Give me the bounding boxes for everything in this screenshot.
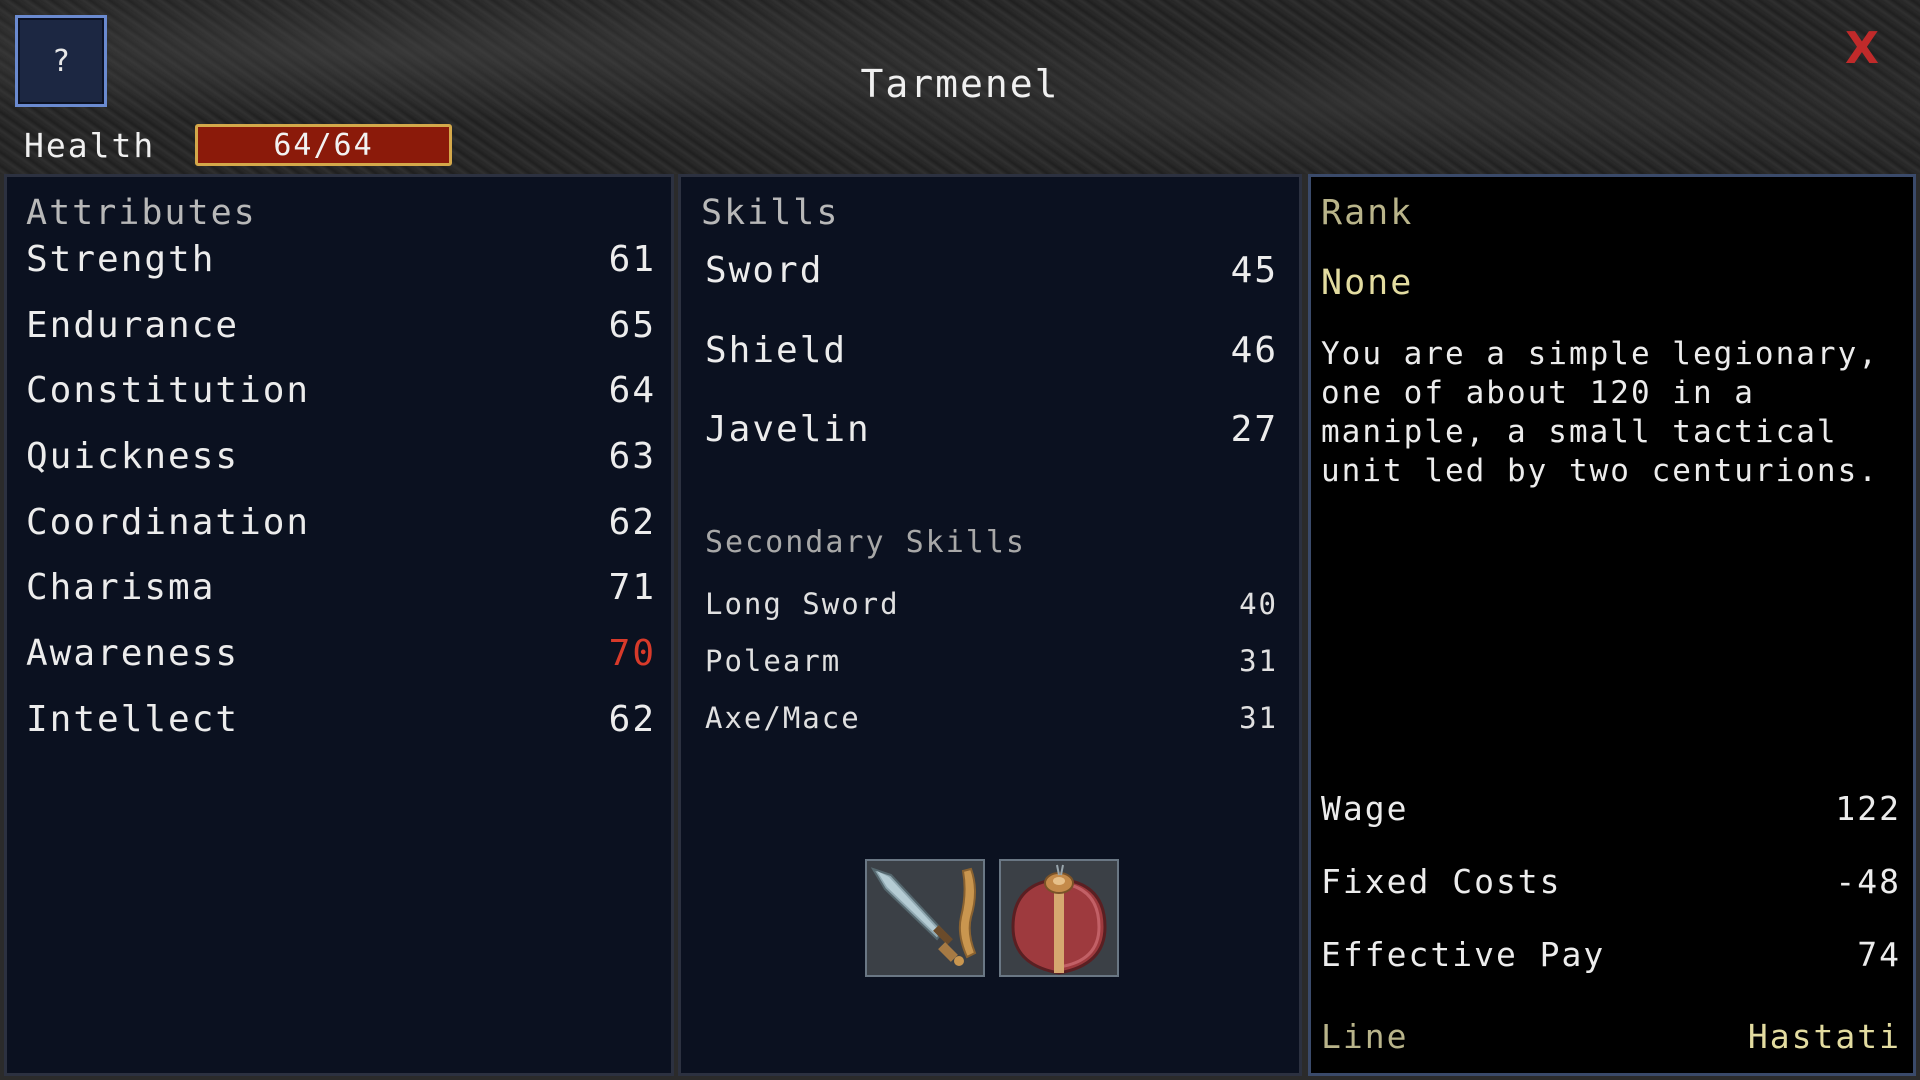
fixed-costs-label: Fixed Costs	[1321, 862, 1562, 901]
attribute-row-endurance: Endurance 65	[26, 305, 656, 346]
attribute-label: Coordination	[26, 502, 311, 543]
attribute-row-quickness: Quickness 63	[26, 436, 656, 477]
wage-row: Wage 122	[1321, 789, 1901, 828]
attribute-row-strength: Strength 61	[26, 239, 656, 280]
secondary-skill-row-polearm: Polearm 31	[705, 644, 1278, 678]
skill-label: Javelin	[705, 409, 871, 450]
attribute-label: Intellect	[26, 699, 240, 740]
equipment-slot-weapon[interactable]	[865, 859, 985, 977]
health-value: 64/64	[273, 127, 374, 163]
health-bar: 64/64	[195, 124, 452, 166]
skill-value: 45	[1230, 250, 1278, 291]
attribute-value: 62	[608, 502, 656, 543]
header: ? Tarmenel X Health 64/64	[0, 0, 1920, 174]
attribute-label: Constitution	[26, 370, 311, 411]
line-row: Line Hastati	[1321, 1017, 1901, 1056]
attribute-row-awareness: Awareness 70	[26, 633, 656, 674]
rank-panel: Rank None You are a simple legionary, on…	[1308, 174, 1916, 1076]
rank-value: None	[1321, 263, 1414, 303]
attribute-value: 62	[608, 699, 656, 740]
effective-pay-row: Effective Pay 74	[1321, 935, 1901, 974]
attribute-label: Charisma	[26, 567, 216, 608]
wage-value: 122	[1835, 789, 1901, 828]
question-mark-icon: ?	[51, 43, 71, 79]
attributes-title: Attributes	[26, 193, 257, 233]
secondary-skill-label: Axe/Mace	[705, 701, 861, 735]
skill-value: 27	[1230, 409, 1278, 450]
skill-value: 46	[1230, 330, 1278, 371]
skills-panel: Skills Sword 45 Shield 46 Javelin 27 Sec…	[678, 174, 1302, 1076]
secondary-skills-title: Secondary Skills	[705, 525, 1026, 560]
attribute-label: Awareness	[26, 633, 240, 674]
skill-row-sword: Sword 45	[705, 250, 1278, 291]
attribute-value-highlighted: 70	[608, 633, 656, 674]
close-button[interactable]: X	[1842, 23, 1882, 74]
scutum-shield-icon	[1001, 861, 1117, 975]
rank-description: You are a simple legionary, one of about…	[1321, 336, 1879, 489]
secondary-skill-value: 31	[1239, 701, 1278, 735]
attribute-label: Quickness	[26, 436, 240, 477]
attribute-value: 64	[608, 370, 656, 411]
attribute-value: 65	[608, 305, 656, 346]
attribute-row-intellect: Intellect 62	[26, 699, 656, 740]
attribute-value: 63	[608, 436, 656, 477]
fixed-costs-row: Fixed Costs -48	[1321, 862, 1901, 901]
line-label: Line	[1321, 1017, 1409, 1056]
secondary-skill-row-axe-mace: Axe/Mace 31	[705, 701, 1278, 735]
character-name: Tarmenel	[860, 62, 1060, 106]
attribute-value: 61	[608, 239, 656, 280]
skill-label: Shield	[705, 330, 848, 371]
equipment-slot-shield[interactable]	[999, 859, 1119, 977]
attribute-row-coordination: Coordination 62	[26, 502, 656, 543]
secondary-skill-value: 40	[1239, 587, 1278, 621]
secondary-skill-row-long-sword: Long Sword 40	[705, 587, 1278, 621]
rank-title: Rank	[1321, 193, 1414, 233]
attributes-panel: Attributes Strength 61 Endurance 65 Cons…	[4, 174, 674, 1076]
secondary-skill-label: Polearm	[705, 644, 842, 678]
attribute-label: Strength	[26, 239, 216, 280]
secondary-skill-label: Long Sword	[705, 587, 900, 621]
skill-row-shield: Shield 46	[705, 330, 1278, 371]
skill-row-javelin: Javelin 27	[705, 409, 1278, 450]
effective-pay-value: 74	[1857, 935, 1901, 974]
gladius-sword-icon	[867, 861, 983, 975]
health-label: Health	[24, 126, 156, 165]
close-icon: X	[1845, 22, 1879, 74]
secondary-skill-value: 31	[1239, 644, 1278, 678]
attribute-label: Endurance	[26, 305, 240, 346]
line-value: Hastati	[1747, 1017, 1901, 1056]
fixed-costs-value: -48	[1835, 862, 1901, 901]
effective-pay-label: Effective Pay	[1321, 935, 1606, 974]
attribute-value: 71	[608, 567, 656, 608]
attribute-row-constitution: Constitution 64	[26, 370, 656, 411]
help-button[interactable]: ?	[15, 15, 107, 107]
attribute-row-charisma: Charisma 71	[26, 567, 656, 608]
skill-label: Sword	[705, 250, 824, 291]
wage-label: Wage	[1321, 789, 1409, 828]
skills-title: Skills	[701, 193, 840, 233]
